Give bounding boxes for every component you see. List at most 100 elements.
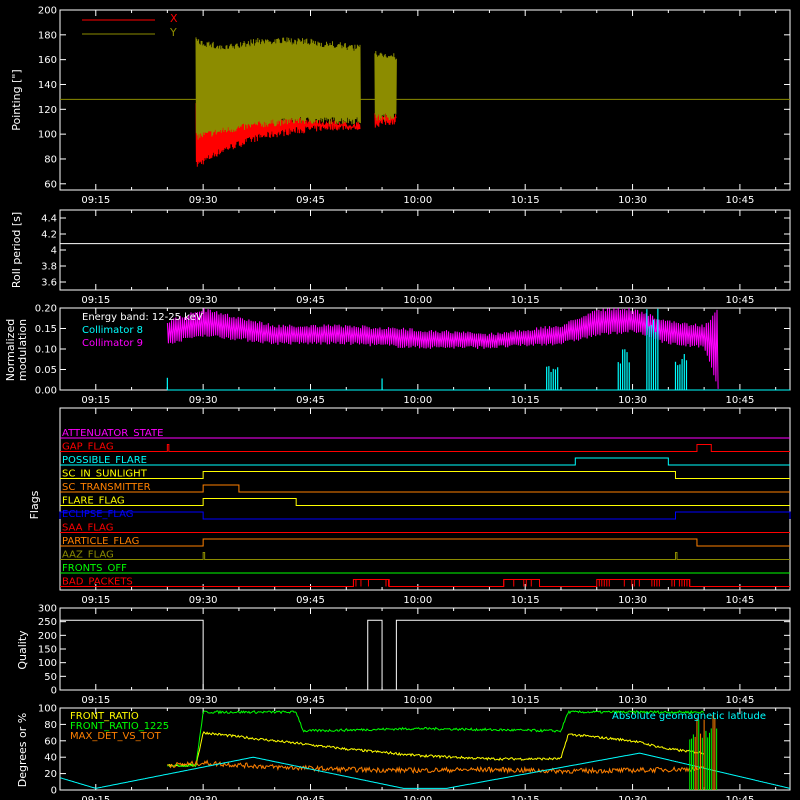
- series-y: [374, 50, 397, 121]
- time-tick-label: 10:45: [725, 395, 754, 406]
- y-tick-label: 0: [51, 686, 57, 697]
- flag-label: FLARE_FLAG: [62, 496, 125, 507]
- time-tick-label: 10:00: [403, 795, 432, 800]
- flag-label: ATTENUATOR_STATE: [62, 428, 163, 439]
- time-tick-label: 10:15: [511, 695, 540, 706]
- time-tick-label: 10:15: [511, 795, 540, 800]
- time-tick-label: 10:45: [725, 695, 754, 706]
- time-tick-label: 09:45: [296, 695, 325, 706]
- y-tick-label: 0: [51, 786, 57, 797]
- time-tick-label: 10:30: [618, 195, 647, 206]
- time-tick-label: 09:30: [189, 295, 218, 306]
- time-tick-label: 10:30: [618, 295, 647, 306]
- energy-band-annotation: Energy band: 12-25 keV: [82, 312, 203, 323]
- time-tick-label: 09:30: [189, 195, 218, 206]
- quality-ylabel: Quality: [16, 630, 29, 670]
- hessi-quicklook-chart: 09:15 09:30 09:45 10:00 10:15 10:30 10:45 60 80 1…: [0, 0, 800, 800]
- y-tick-label: 150: [38, 645, 57, 656]
- y-tick-label: 0.10: [35, 345, 57, 356]
- flag-label: SC_TRANSMITTER: [62, 482, 151, 493]
- flag-label: PARTICLE_FLAG: [62, 536, 139, 547]
- time-tick-label: 10:15: [511, 395, 540, 406]
- flag-label: POSSIBLE_FLARE: [62, 455, 147, 466]
- flags-ylabel: Flags: [28, 490, 41, 519]
- flag-label: BAD_PACKETS: [62, 577, 133, 588]
- y-tick-label: 0.15: [35, 324, 57, 335]
- legend-collimator-8: Collimator 8: [82, 325, 143, 336]
- time-tick-label: 10:15: [511, 295, 540, 306]
- y-tick-label: 0.00: [35, 386, 57, 397]
- y-tick-label: 100: [38, 704, 57, 715]
- time-tick-label: 10:30: [618, 795, 647, 800]
- flag-label: ECLIPSE_FLAG: [62, 509, 133, 520]
- time-tick-label: 09:30: [189, 695, 218, 706]
- time-tick-label: 10:15: [511, 195, 540, 206]
- modulation-ylabel-line2: modulation: [16, 319, 29, 381]
- time-tick-label: 09:30: [189, 395, 218, 406]
- flag-label: SAA_FLAG: [62, 523, 113, 534]
- y-tick-label: 100: [38, 658, 57, 669]
- y-tick-label: 160: [38, 55, 57, 66]
- time-tick-label: 10:30: [618, 595, 647, 606]
- time-tick-label: 09:45: [296, 295, 325, 306]
- y-tick-label: 20: [44, 769, 57, 780]
- time-tick-label: 10:00: [403, 195, 432, 206]
- y-tick-label: 120: [38, 105, 57, 116]
- time-tick-label: 10:45: [725, 295, 754, 306]
- flag-label: AAZ_FLAG: [62, 550, 114, 561]
- time-tick-label: 09:15: [81, 395, 110, 406]
- y-tick-label: 4.4: [41, 214, 57, 225]
- y-tick-label: 80: [44, 154, 57, 165]
- time-tick-label: 09:15: [81, 695, 110, 706]
- time-tick-label: 09:15: [81, 295, 110, 306]
- background: [0, 0, 800, 800]
- flag-label: GAP_FLAG: [62, 442, 114, 453]
- time-tick-label: 10:45: [725, 195, 754, 206]
- legend-label-x: X: [170, 12, 178, 25]
- y-tick-label: 50: [44, 672, 57, 683]
- y-tick-label: 3.6: [41, 278, 57, 289]
- time-tick-label: 10:30: [618, 395, 647, 406]
- y-tick-label: 40: [44, 753, 57, 764]
- ratios-ylabel: Degrees or %: [16, 713, 29, 787]
- y-tick-label: 200: [38, 6, 57, 17]
- y-tick-label: 80: [44, 720, 57, 731]
- y-tick-label: 180: [38, 30, 57, 41]
- flag-label: SC_IN_SUNLIGHT: [62, 469, 148, 480]
- y-tick-label: 60: [44, 736, 57, 747]
- y-tick-label: 0.05: [35, 365, 57, 376]
- time-tick-label: 09:15: [81, 195, 110, 206]
- annotation-geomagnetic-latitude: Absolute geomagnetic latitude: [612, 711, 766, 722]
- time-tick-label: 10:15: [511, 595, 540, 606]
- time-tick-label: 10:00: [403, 695, 432, 706]
- roll-ylabel: Roll period [s]: [10, 212, 23, 288]
- time-tick-label: 10:00: [403, 595, 432, 606]
- time-tick-label: 09:15: [81, 595, 110, 606]
- y-tick-label: 0.20: [35, 304, 57, 315]
- time-tick-label: 09:30: [189, 795, 218, 800]
- time-tick-label: 09:30: [189, 595, 218, 606]
- y-tick-label: 4.2: [41, 230, 57, 241]
- time-tick-label: 10:45: [725, 795, 754, 800]
- time-tick-label: 10:00: [403, 395, 432, 406]
- time-tick-label: 09:45: [296, 395, 325, 406]
- legend-max-det-vs-tot: MAX_DET_VS_TOT: [70, 731, 162, 742]
- time-tick-label: 10:30: [618, 695, 647, 706]
- time-tick-label: 09:45: [296, 595, 325, 606]
- y-tick-label: 300: [38, 604, 57, 615]
- y-tick-label: 250: [38, 617, 57, 628]
- legend-label-y: Y: [169, 26, 177, 39]
- y-tick-label: 4: [51, 246, 57, 257]
- flag-label: FRONTS_OFF: [62, 563, 127, 574]
- time-tick-label: 10:45: [725, 595, 754, 606]
- y-tick-label: 140: [38, 80, 57, 91]
- y-tick-label: 100: [38, 130, 57, 141]
- time-tick-label: 09:45: [296, 195, 325, 206]
- y-tick-label: 200: [38, 631, 57, 642]
- time-tick-label: 09:45: [296, 795, 325, 800]
- time-tick-label: 10:00: [403, 295, 432, 306]
- y-tick-label: 3.8: [41, 262, 57, 273]
- y-tick-label: 60: [44, 179, 57, 190]
- legend-collimator-9: Collimator 9: [82, 338, 143, 349]
- pointing-ylabel: Pointing ["]: [10, 69, 23, 130]
